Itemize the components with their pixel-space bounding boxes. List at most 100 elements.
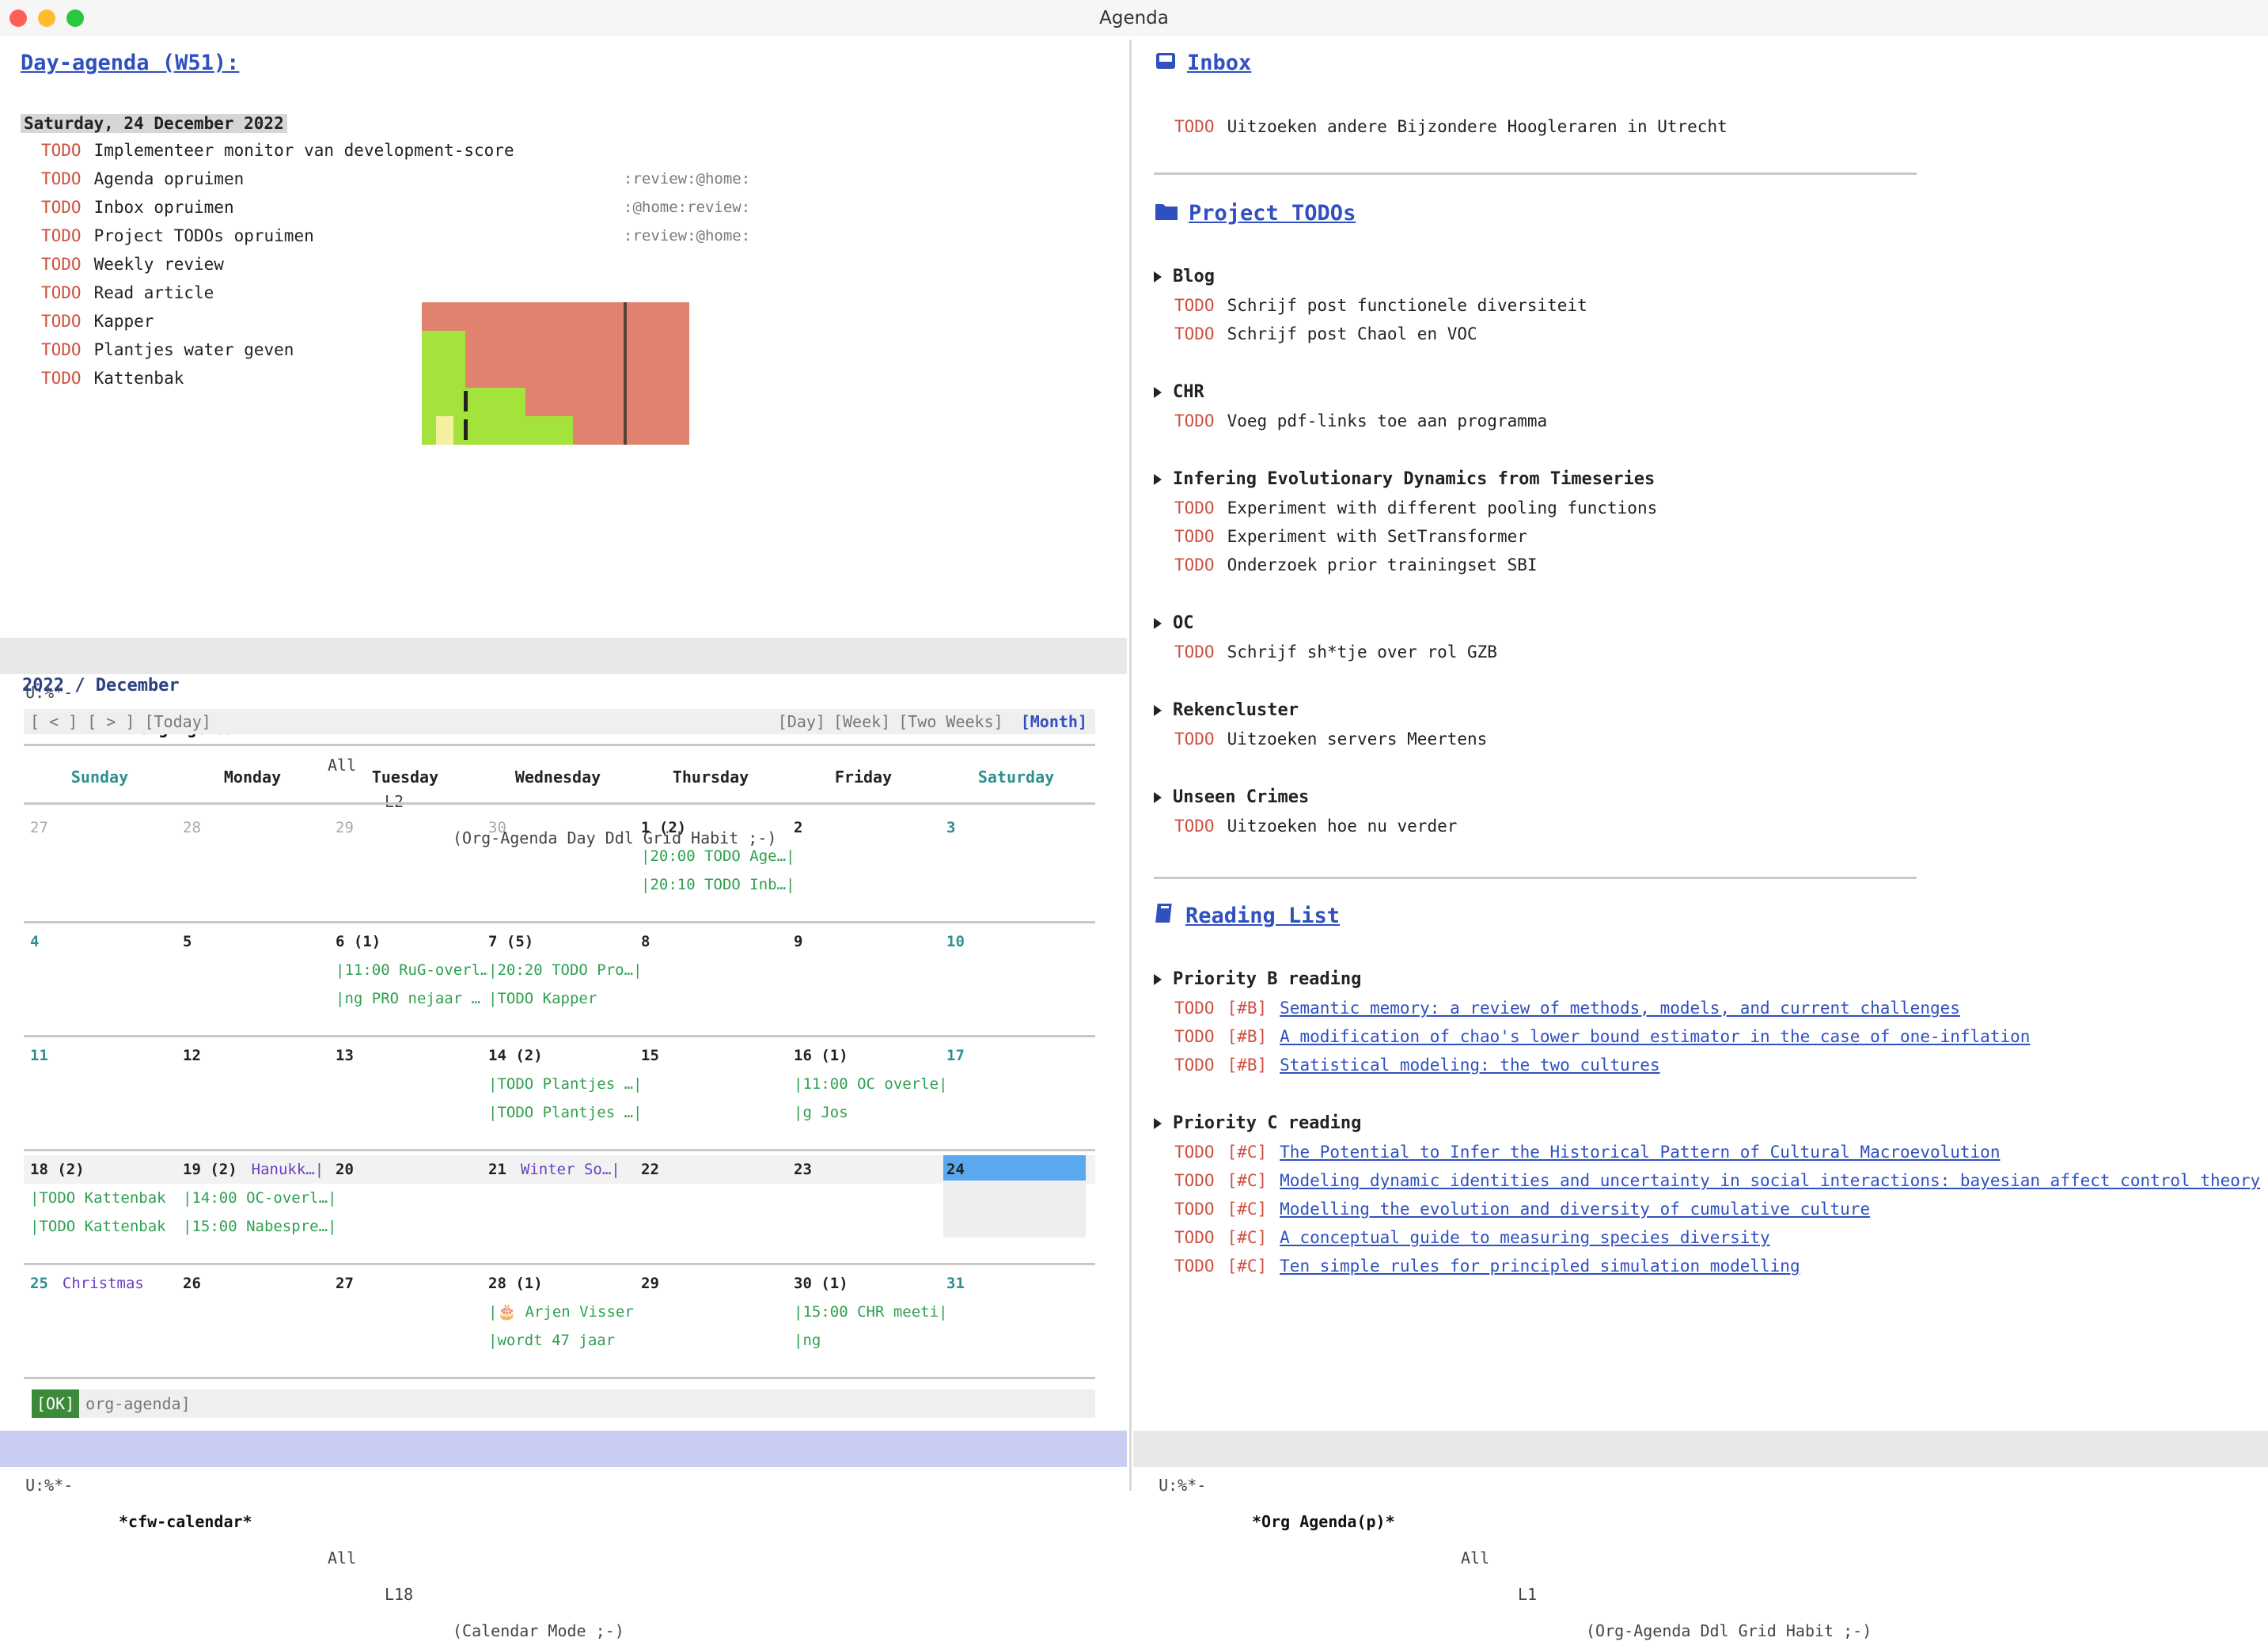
calendar-event[interactable]: |TODO Kattenbak xyxy=(30,1184,182,1212)
todo-keyword[interactable]: TODO xyxy=(1174,1257,1215,1276)
todo-item[interactable]: TODO [#C] Ten simple rules for principled … xyxy=(1174,1252,1800,1280)
reading-link[interactable]: Modelling the evolution and diversity of… xyxy=(1280,1200,1870,1219)
agenda-heading[interactable]: Day-agenda (W51): xyxy=(21,51,239,75)
calendar-day-cell[interactable]: 3 xyxy=(946,813,1098,842)
calendar-day-cell[interactable]: 30 (1) |15:00 CHR meeti| |ng xyxy=(794,1269,946,1355)
todo-keyword[interactable]: TODO xyxy=(41,141,82,160)
todo-keyword[interactable]: TODO xyxy=(1174,817,1215,836)
group-heading[interactable]: CHR xyxy=(1154,378,1204,407)
calendar-event[interactable]: |TODO Kattenbak xyxy=(30,1212,182,1241)
todo-keyword[interactable]: TODO xyxy=(41,369,82,388)
view-button[interactable]: [Week] xyxy=(833,712,890,731)
agenda-item[interactable]: TODO Kapper xyxy=(41,307,154,335)
todo-item[interactable]: TODO Experiment with SetTransformer xyxy=(1174,522,1527,551)
todo-keyword[interactable]: TODO xyxy=(1174,1228,1215,1247)
todo-item[interactable]: TODO [#C] Modeling dynamic identities and … xyxy=(1174,1166,2260,1195)
calendar-event[interactable]: |wordt 47 jaar xyxy=(488,1326,640,1355)
reading-link[interactable]: A modification of chao's lower bound est… xyxy=(1280,1027,2030,1046)
group-heading[interactable]: Blog xyxy=(1154,263,1215,291)
reading-link[interactable]: A conceptual guide to measuring species … xyxy=(1280,1228,1770,1247)
todo-keyword[interactable]: TODO xyxy=(1174,498,1215,517)
agenda-item[interactable]: TODO Project TODOs opruimen xyxy=(41,222,314,250)
calendar-event[interactable]: |ng xyxy=(794,1326,946,1355)
calendar-day-cell[interactable]: 25 Christmas xyxy=(30,1269,182,1298)
todo-keyword[interactable]: TODO xyxy=(41,340,82,359)
todo-item[interactable]: TODO [#B] Semantic memory: a review of met… xyxy=(1174,994,1960,1022)
todo-keyword[interactable]: TODO xyxy=(1174,1056,1215,1075)
section-title[interactable]: Project TODOs xyxy=(1189,201,1356,226)
calendar-event[interactable]: |11:00 OC overle| xyxy=(794,1070,946,1098)
calendar-event[interactable]: |20:10 TODO Inb…| xyxy=(641,870,793,899)
todo-keyword[interactable]: TODO xyxy=(41,312,82,331)
group-heading[interactable]: OC xyxy=(1154,609,1194,638)
modeline-calendar[interactable]: U:%*- *cfw-calendar* All L18 (Calendar M… xyxy=(0,1431,1127,1640)
todo-item[interactable]: TODO Uitzoeken hoe nu verder xyxy=(1174,812,1457,840)
calendar-event[interactable]: |20:00 TODO Age…| xyxy=(641,842,793,870)
calendar-day-cell[interactable]: 12 xyxy=(183,1041,335,1070)
calendar-event[interactable]: |ng PRO nejaar … xyxy=(336,984,487,1013)
view-button[interactable]: [Two Weeks] xyxy=(898,712,1003,731)
calendar-day-cell[interactable]: 28 (1) |🎂 Arjen Visser | |wordt 47 jaar xyxy=(488,1269,640,1355)
todo-keyword[interactable]: TODO xyxy=(1174,296,1215,315)
agenda-item[interactable]: TODO Weekly review xyxy=(41,250,224,279)
calendar-day-cell[interactable]: 21 Winter So…| xyxy=(488,1155,640,1184)
reading-link[interactable]: Semantic memory: a review of methods, mo… xyxy=(1280,999,1960,1018)
modeline-agenda[interactable]: U:%*- *Org Agenda* All L2 (Org-Agenda Da… xyxy=(0,638,1127,847)
todo-keyword[interactable]: TODO xyxy=(1174,117,1215,136)
todo-keyword[interactable]: TODO xyxy=(1174,324,1215,343)
calendar-event[interactable]: |TODO Kapper xyxy=(488,984,640,1013)
todo-item[interactable]: TODO [#B] Statistical modeling: the two cu… xyxy=(1174,1051,1660,1079)
calendar-day-cell[interactable]: 27 xyxy=(30,813,182,842)
todo-keyword[interactable]: TODO xyxy=(41,198,82,217)
todo-keyword[interactable]: TODO xyxy=(41,169,82,188)
group-heading[interactable]: Unseen Crimes xyxy=(1154,783,1309,812)
calendar-day-cell[interactable]: 7 (5) |20:20 TODO Pro…| |TODO Kapper xyxy=(488,927,640,1013)
group-heading[interactable]: Priority C reading xyxy=(1154,1109,1361,1138)
todo-item[interactable]: TODO Voeg pdf-links toe aan programma xyxy=(1174,407,1547,435)
calendar-day-cell[interactable]: 6 (1) |11:00 RuG-overl… |ng PRO nejaar … xyxy=(336,927,487,1013)
todo-keyword[interactable]: TODO xyxy=(1174,527,1215,546)
calendar-day-cell[interactable]: 29 xyxy=(641,1269,793,1298)
todo-item[interactable]: TODO Experiment with different pooling fu… xyxy=(1174,494,1657,522)
agenda-item[interactable]: TODO Agenda opruimen xyxy=(41,165,244,193)
section-title[interactable]: Inbox xyxy=(1187,51,1251,75)
calendar-event[interactable]: |14:00 OC-overl…| xyxy=(183,1184,335,1212)
calendar-day-cell[interactable]: 2 xyxy=(794,813,946,842)
calendar-day-cell[interactable]: 27 xyxy=(336,1269,487,1298)
view-button[interactable]: [Day] xyxy=(778,712,825,731)
calendar-day-cell[interactable]: 28 xyxy=(183,813,335,842)
todo-keyword[interactable]: TODO xyxy=(1174,643,1215,661)
todo-keyword[interactable]: TODO xyxy=(1174,411,1215,430)
todo-item[interactable]: TODO [#B] A modification of chao's lower b… xyxy=(1174,1022,2030,1051)
calendar-day-cell[interactable]: 18 (2) |TODO Kattenbak |TODO Kattenbak xyxy=(30,1155,182,1241)
modeline-buffer-name[interactable]: *cfw-calendar* xyxy=(119,1503,252,1540)
calendar-day-cell[interactable]: 26 xyxy=(183,1269,335,1298)
todo-keyword[interactable]: TODO xyxy=(1174,555,1215,574)
view-month-button[interactable]: [Month] xyxy=(1021,712,1087,731)
group-heading[interactable]: Rekencluster xyxy=(1154,696,1299,725)
agenda-item[interactable]: TODO Inbox opruimen xyxy=(41,193,234,222)
todo-keyword[interactable]: TODO xyxy=(41,283,82,302)
reading-link[interactable]: Ten simple rules for principled simulati… xyxy=(1280,1257,1800,1276)
calendar-day-cell[interactable]: 19 (2) Hanukk…| |14:00 OC-overl…| |15:00 Na… xyxy=(183,1155,335,1241)
calendar-event[interactable]: |🎂 Arjen Visser | xyxy=(488,1298,640,1326)
todo-item[interactable]: TODO [#C] Modelling the evolution and dive… xyxy=(1174,1195,1870,1223)
calendar-day-cell[interactable]: 30 xyxy=(488,813,640,842)
todo-item[interactable]: TODO Uitzoeken servers Meertens xyxy=(1174,725,1487,753)
window-divider[interactable] xyxy=(1129,40,1132,1491)
calendar-event[interactable]: |g Jos xyxy=(794,1098,946,1127)
modeline-buffer-name[interactable]: *Org Agenda(p)* xyxy=(1252,1503,1395,1540)
todo-item[interactable]: TODO Schrijf sh*tje over rol GZB xyxy=(1174,638,1497,666)
todo-item[interactable]: TODO Schrijf post functionele diversiteit xyxy=(1174,291,1587,320)
reading-link[interactable]: Statistical modeling: the two cultures xyxy=(1280,1056,1659,1075)
modeline-right[interactable]: U:%*- *Org Agenda(p)* All L1 (Org-Agenda… xyxy=(1133,1431,2268,1640)
calendar-day-cell[interactable]: 14 (2) |TODO Plantjes …| |TODO Plantjes …| xyxy=(488,1041,640,1127)
calendar-day-cell[interactable]: 23 xyxy=(794,1155,946,1184)
calendar-day-cell[interactable]: 24 xyxy=(946,1155,1098,1184)
todo-keyword[interactable]: TODO xyxy=(41,226,82,245)
calendar-event[interactable]: |15:00 Nabespre…| xyxy=(183,1212,335,1241)
todo-keyword[interactable]: TODO xyxy=(1174,1027,1215,1046)
todo-keyword[interactable]: TODO xyxy=(1174,730,1215,749)
calendar-nav-buttons[interactable]: [ < ] [ > ] [Today] xyxy=(30,712,211,731)
modeline-modes[interactable]: (Calendar Mode ;-) xyxy=(453,1613,624,1649)
